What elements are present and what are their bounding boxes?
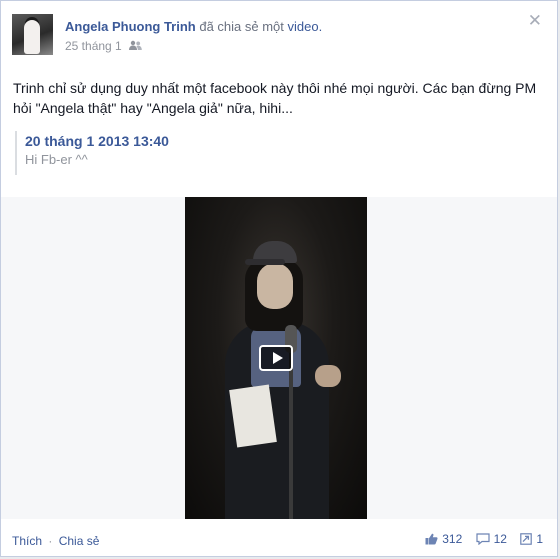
play-triangle xyxy=(273,352,283,364)
video-paper xyxy=(229,384,277,448)
share-icon xyxy=(520,533,533,545)
likes-count-value: 312 xyxy=(442,532,463,546)
shared-video-info: 20 tháng 1 2013 13:40 Hi Fb-er ^^ xyxy=(15,131,169,175)
video-face xyxy=(257,263,293,309)
post-meta: 25 tháng 1 xyxy=(65,39,142,54)
action-text: đã chia sẻ một xyxy=(199,19,284,34)
post-card: Angela Phuong Trinh đã chia sẻ một video… xyxy=(0,0,558,557)
thumbs-up-icon xyxy=(425,533,438,545)
post-date[interactable]: 25 tháng 1 xyxy=(65,39,122,53)
avatar-figure xyxy=(24,20,40,54)
share-button[interactable]: Chia sẻ xyxy=(59,534,100,548)
separator-dot: · xyxy=(48,534,53,548)
close-icon[interactable]: ✕ xyxy=(528,12,542,29)
likes-count[interactable]: 312 xyxy=(425,532,462,546)
friends-icon[interactable] xyxy=(129,40,142,54)
engagement-counts: 312 12 1 xyxy=(415,532,543,548)
video-player[interactable] xyxy=(185,197,367,519)
shares-count-value: 1 xyxy=(536,532,543,546)
post-header: Angela Phuong Trinh đã chia sẻ một video… xyxy=(65,19,322,34)
video-mic-stand xyxy=(289,351,293,519)
like-button[interactable]: Thích xyxy=(12,534,42,548)
comments-count[interactable]: 12 xyxy=(476,532,507,546)
video-area xyxy=(1,197,557,519)
author-avatar[interactable] xyxy=(12,14,53,55)
play-icon[interactable] xyxy=(259,345,293,371)
post-text: Trinh chỉ sử dụng duy nhất một facebook … xyxy=(13,80,537,116)
comment-icon xyxy=(476,533,490,545)
action-object-link[interactable]: video. xyxy=(288,19,323,34)
video-cap-brim xyxy=(245,259,285,265)
footer-actions: Thích · Chia sẻ xyxy=(12,534,99,548)
video-hand xyxy=(315,365,341,387)
shared-date-link[interactable]: 20 tháng 1 2013 13:40 xyxy=(25,131,169,151)
post-footer: Thích · Chia sẻ 312 12 1 xyxy=(1,521,557,557)
comments-count-value: 12 xyxy=(493,532,507,546)
author-name[interactable]: Angela Phuong Trinh xyxy=(65,19,196,34)
shares-count[interactable]: 1 xyxy=(520,532,543,546)
shared-text: Hi Fb-er ^^ xyxy=(25,152,88,167)
